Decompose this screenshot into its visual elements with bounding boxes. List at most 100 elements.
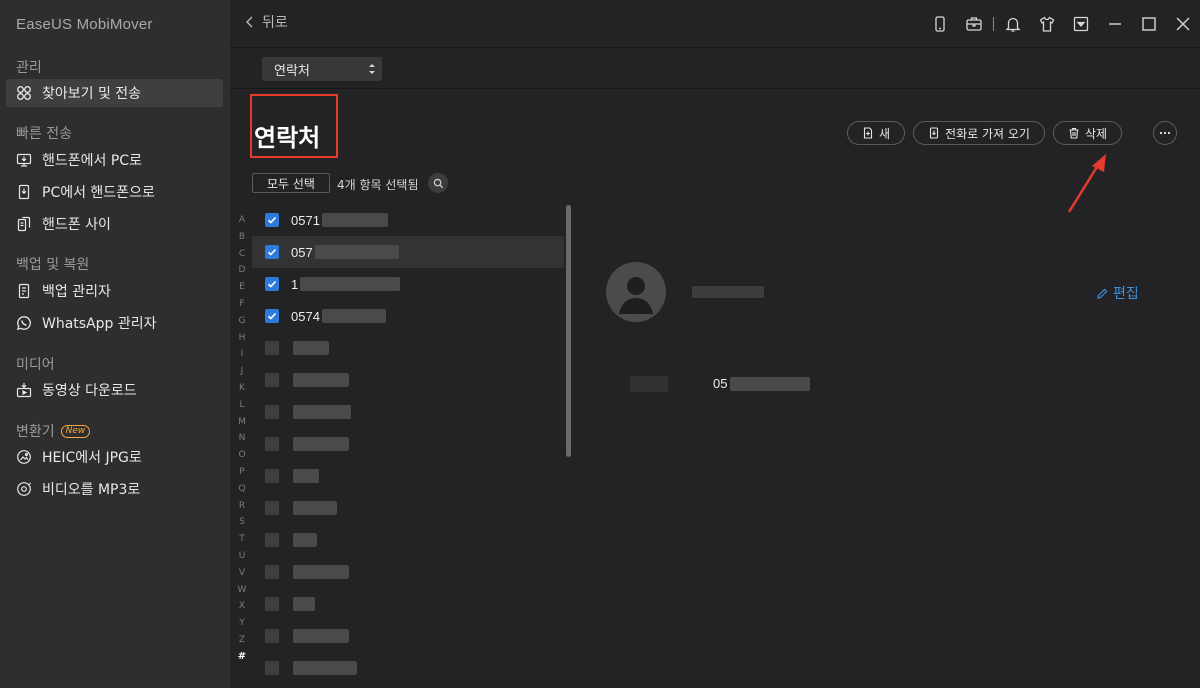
contact-row[interactable] — [252, 332, 564, 364]
app-title: EaseUS MobiMover — [16, 16, 153, 33]
menu-dropdown-icon[interactable] — [1064, 10, 1098, 38]
sidebar-item-pc-to-phone[interactable]: PC에서 핸드폰으로 — [6, 178, 223, 206]
device-icon[interactable] — [923, 10, 957, 38]
alpha-index-letter[interactable]: J — [236, 363, 248, 380]
contact-row[interactable] — [252, 364, 564, 396]
contact-row[interactable] — [252, 460, 564, 492]
alpha-index-letter[interactable]: V — [236, 565, 248, 582]
contact-row[interactable] — [252, 620, 564, 652]
alpha-index-letter[interactable]: P — [236, 464, 248, 481]
back-button[interactable]: 뒤로 — [244, 12, 288, 32]
contact-checkbox[interactable] — [265, 437, 279, 451]
alpha-index-letter[interactable]: D — [236, 262, 248, 279]
close-icon[interactable] — [1166, 10, 1200, 38]
contact-row[interactable] — [252, 428, 564, 460]
sidebar-item-whatsapp-manager[interactable]: WhatsApp 관리자 — [6, 309, 223, 337]
import-to-phone-button[interactable]: 전화로 가져 오기 — [913, 121, 1045, 145]
alpha-index-letter[interactable]: # — [236, 649, 248, 666]
alpha-index-letter[interactable]: Z — [236, 632, 248, 649]
contact-checkbox[interactable] — [265, 405, 279, 419]
pencil-icon — [1097, 288, 1108, 299]
new-label: 새 — [879, 126, 891, 141]
trash-icon — [1069, 127, 1079, 139]
sidebar-item-phone-to-pc[interactable]: 핸드폰에서 PC로 — [6, 146, 223, 174]
alpha-index-letter[interactable]: O — [236, 447, 248, 464]
alpha-index-letter[interactable]: K — [236, 380, 248, 397]
contact-checkbox[interactable] — [265, 341, 279, 355]
contact-checkbox[interactable] — [265, 661, 279, 675]
alpha-index-letter[interactable]: G — [236, 313, 248, 330]
alpha-index-letter[interactable]: A — [236, 212, 248, 229]
check-icon — [267, 248, 277, 256]
sidebar-item-phone-to-phone[interactable]: 핸드폰 사이 — [6, 210, 223, 238]
alpha-index-letter[interactable]: Q — [236, 481, 248, 498]
alpha-index-letter[interactable]: I — [236, 346, 248, 363]
sidebar-item-label: 백업 관리자 — [42, 284, 111, 300]
contact-row[interactable] — [252, 652, 564, 684]
alpha-index-letter[interactable]: F — [236, 296, 248, 313]
select-all-button[interactable]: 모두 선택 — [252, 173, 330, 193]
alpha-index-letter[interactable]: X — [236, 598, 248, 615]
alpha-index-letter[interactable]: R — [236, 498, 248, 515]
alpha-index-letter[interactable]: B — [236, 229, 248, 246]
sidebar-item-video-to-mp3[interactable]: 비디오를 MP3로 — [6, 475, 223, 503]
contact-checkbox[interactable] — [265, 277, 279, 291]
contact-checkbox[interactable] — [265, 597, 279, 611]
minimize-icon[interactable] — [1098, 10, 1132, 38]
scrollbar[interactable] — [566, 205, 571, 457]
redacted-text — [293, 469, 319, 483]
toolbox-icon[interactable] — [957, 10, 991, 38]
category-select-value: 연락처 — [274, 63, 310, 79]
alpha-index-letter[interactable]: C — [236, 246, 248, 263]
edit-button[interactable]: 편집 — [1096, 283, 1139, 303]
contact-row[interactable]: 057 — [252, 236, 564, 268]
alpha-index-letter[interactable]: W — [236, 582, 248, 599]
delete-button[interactable]: 삭제 — [1052, 121, 1123, 145]
sidebar-item-heic-to-jpg[interactable]: HEIC에서 JPG로 — [6, 443, 223, 471]
alpha-index-letter[interactable]: N — [236, 430, 248, 447]
contact-row[interactable]: 1 — [252, 268, 564, 300]
contact-checkbox[interactable] — [265, 213, 279, 227]
maximize-icon[interactable] — [1132, 10, 1166, 38]
contact-row[interactable] — [252, 588, 564, 620]
redacted-text — [293, 565, 349, 579]
contact-checkbox[interactable] — [265, 501, 279, 515]
contact-checkbox[interactable] — [265, 469, 279, 483]
top-bar: 뒤로 — [230, 0, 1200, 48]
phone-prefix: 05 — [713, 376, 728, 391]
contact-row[interactable] — [252, 556, 564, 588]
contact-row[interactable] — [252, 396, 564, 428]
contact-checkbox[interactable] — [265, 629, 279, 643]
contact-checkbox[interactable] — [265, 373, 279, 387]
shirt-icon[interactable] — [1030, 10, 1064, 38]
contact-row[interactable] — [252, 524, 564, 556]
alpha-index-letter[interactable]: M — [236, 414, 248, 431]
alpha-index-letter[interactable]: Y — [236, 615, 248, 632]
sidebar-item-browse-transfer[interactable]: 찾아보기 및 전송 — [6, 79, 223, 107]
contact-checkbox[interactable] — [265, 565, 279, 579]
sidebar-item-label: 비디오를 MP3로 — [42, 482, 141, 498]
more-options-button[interactable] — [1153, 121, 1177, 145]
sidebar-item-video-download[interactable]: 동영상 다운로드 — [6, 376, 223, 404]
contact-row[interactable] — [252, 492, 564, 524]
contact-checkbox[interactable] — [265, 245, 279, 259]
alpha-index-letter[interactable]: L — [236, 397, 248, 414]
alpha-index-letter[interactable]: T — [236, 531, 248, 548]
alpha-index-letter[interactable]: H — [236, 330, 248, 347]
search-button[interactable] — [428, 173, 448, 193]
phone-to-phone-icon — [16, 216, 32, 232]
category-select[interactable]: 연락처 — [262, 57, 382, 81]
contact-row[interactable]: 0574 — [252, 300, 564, 332]
sidebar-item-backup-manager[interactable]: 백업 관리자 — [6, 277, 223, 305]
redacted-text — [293, 437, 349, 451]
alpha-index-letter[interactable]: U — [236, 548, 248, 565]
alpha-index-letter[interactable]: S — [236, 514, 248, 531]
contact-checkbox[interactable] — [265, 533, 279, 547]
check-icon — [267, 312, 277, 320]
contact-checkbox[interactable] — [265, 309, 279, 323]
bell-icon[interactable] — [996, 10, 1030, 38]
new-contact-button[interactable]: 새 — [847, 121, 906, 145]
alpha-index-letter[interactable]: E — [236, 279, 248, 296]
contact-row[interactable]: 0571 — [252, 204, 564, 236]
redacted-text — [321, 309, 386, 323]
